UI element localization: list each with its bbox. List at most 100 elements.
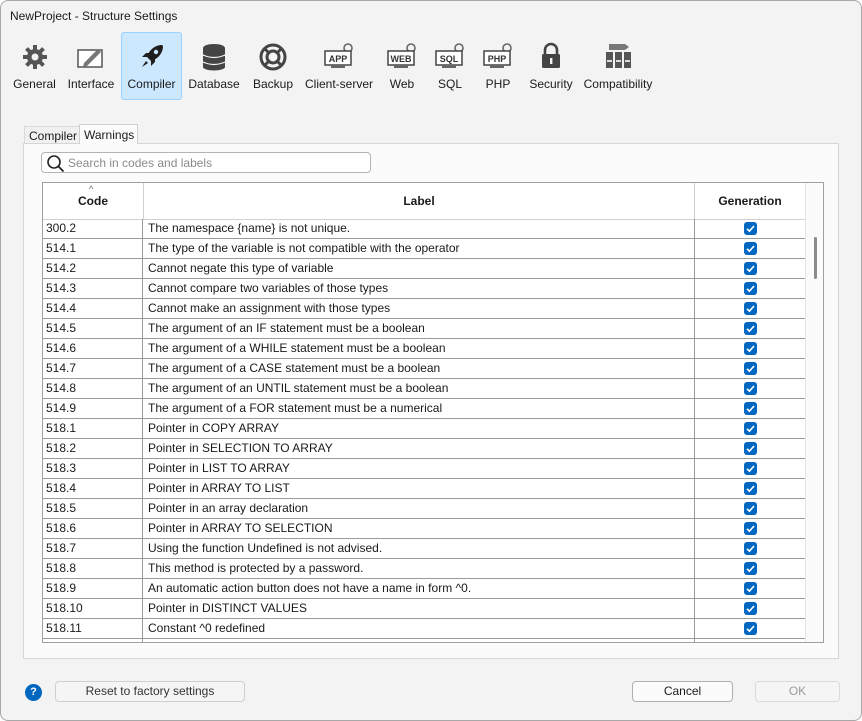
generation-checkbox[interactable]: [744, 502, 757, 515]
cell-label: This method is protected by a password.: [144, 559, 695, 578]
cancel-button[interactable]: Cancel: [632, 681, 733, 702]
cell-code: 518.6: [43, 519, 143, 538]
cell-generation: [695, 399, 805, 418]
search-icon: [47, 155, 65, 173]
generation-checkbox[interactable]: [744, 522, 757, 535]
toolbar-compatibility[interactable]: Compatibility: [582, 32, 654, 100]
table-row[interactable]: 514.1 The type of the variable is not com…: [43, 239, 805, 259]
structure-settings-window: NewProject - Structure Settings General: [0, 0, 862, 721]
table-row[interactable]: 300.2 The namespace {name} is not unique.: [43, 219, 805, 239]
toolbar-security[interactable]: Security: [526, 32, 576, 100]
cell-generation: [695, 379, 805, 398]
cell-code: 514.8: [43, 379, 143, 398]
table-row[interactable]: 514.8 The argument of an UNTIL statement …: [43, 379, 805, 399]
cell-label: The argument of a WHILE statement must b…: [144, 339, 695, 358]
table-row[interactable]: 514.5 The argument of an IF statement mus…: [43, 319, 805, 339]
window-title: NewProject - Structure Settings: [10, 9, 178, 23]
checkmark-icon: [746, 405, 755, 413]
table-row[interactable]: 514.7 The argument of a CASE statement mu…: [43, 359, 805, 379]
table-row[interactable]: 514.3 Cannot compare two variables of tho…: [43, 279, 805, 299]
scrollbar-thumb[interactable]: [814, 237, 817, 279]
table-row[interactable]: 518.5 Pointer in an array declaration: [43, 499, 805, 519]
toolbar-general[interactable]: General: [9, 32, 60, 100]
toolbar-php[interactable]: PHP PHP: [477, 32, 519, 100]
generation-checkbox[interactable]: [744, 242, 757, 255]
toolbar-label: General: [13, 77, 56, 91]
column-header-code[interactable]: ^ Code: [43, 183, 144, 219]
cell-code: [43, 639, 143, 642]
tab-warnings[interactable]: Warnings: [79, 124, 138, 144]
generation-checkbox[interactable]: [744, 562, 757, 575]
search-input[interactable]: [68, 155, 364, 170]
table-row[interactable]: 514.6 The argument of a WHILE statement m…: [43, 339, 805, 359]
reset-factory-button[interactable]: Reset to factory settings: [55, 681, 245, 702]
generation-checkbox[interactable]: [744, 482, 757, 495]
generation-checkbox[interactable]: [744, 442, 757, 455]
help-icon[interactable]: ?: [25, 684, 42, 701]
toolbar-database[interactable]: Database: [187, 32, 241, 100]
cell-generation: [695, 459, 805, 478]
toolbar-client-server[interactable]: APP Client-server: [304, 32, 374, 100]
table-row[interactable]: 518.1 Pointer in COPY ARRAY: [43, 419, 805, 439]
cell-generation: [695, 519, 805, 538]
column-header-generation[interactable]: Generation: [695, 183, 805, 219]
table-row[interactable]: 518.4 Pointer in ARRAY TO LIST: [43, 479, 805, 499]
cell-label: Constant ^0 redefined: [144, 619, 695, 638]
generation-checkbox[interactable]: [744, 342, 757, 355]
table-row[interactable]: 518.2 Pointer in SELECTION TO ARRAY: [43, 439, 805, 459]
table-row[interactable]: 518.11 Constant ^0 redefined: [43, 619, 805, 639]
toolbar-sql[interactable]: SQL SQL: [429, 32, 471, 100]
table-row[interactable]: 514.9 The argument of a FOR statement mus…: [43, 399, 805, 419]
generation-checkbox[interactable]: [744, 582, 757, 595]
warnings-grid: ^ Code Label Generation 300.2 The namespa…: [42, 182, 824, 643]
generation-checkbox[interactable]: [744, 422, 757, 435]
table-row[interactable]: 518.6 Pointer in ARRAY TO SELECTION: [43, 519, 805, 539]
toolbar-label: Web: [389, 77, 415, 91]
toolbar-compiler[interactable]: Compiler: [121, 32, 182, 100]
generation-checkbox[interactable]: [744, 322, 757, 335]
search-box[interactable]: [41, 152, 371, 173]
tab-compiler[interactable]: Compiler: [24, 126, 80, 144]
generation-checkbox[interactable]: [744, 382, 757, 395]
cell-label: The argument of an UNTIL statement must …: [144, 379, 695, 398]
generation-checkbox[interactable]: [744, 262, 757, 275]
cell-label: Pointer in LIST TO ARRAY: [144, 459, 695, 478]
cell-generation: [695, 579, 805, 598]
table-row[interactable]: [43, 639, 805, 643]
toolbar-interface[interactable]: Interface: [65, 32, 117, 100]
compatibility-icon: [606, 44, 631, 68]
generation-checkbox[interactable]: [744, 622, 757, 635]
table-row[interactable]: 518.8 This method is protected by a passw…: [43, 559, 805, 579]
vertical-scrollbar[interactable]: [805, 183, 823, 642]
generation-checkbox[interactable]: [744, 222, 757, 235]
cell-generation: [695, 299, 805, 318]
cell-label: The argument of a CASE statement must be…: [144, 359, 695, 378]
cell-code: 514.4: [43, 299, 143, 318]
checkmark-icon: [746, 345, 755, 353]
table-row[interactable]: 514.2 Cannot negate this type of variable: [43, 259, 805, 279]
generation-checkbox[interactable]: [744, 462, 757, 475]
column-header-label[interactable]: Label: [144, 183, 695, 219]
checkmark-icon: [746, 625, 755, 633]
table-row[interactable]: 518.10 Pointer in DISTINCT VALUES: [43, 599, 805, 619]
toolbar-backup[interactable]: Backup: [247, 32, 299, 100]
generation-checkbox[interactable]: [744, 602, 757, 615]
table-row[interactable]: 514.4 Cannot make an assignment with thos…: [43, 299, 805, 319]
generation-checkbox[interactable]: [744, 402, 757, 415]
toolbar-label: Client-server: [305, 77, 374, 91]
checkmark-icon: [746, 265, 755, 273]
cell-code: 514.5: [43, 319, 143, 338]
generation-checkbox[interactable]: [744, 642, 757, 643]
generation-checkbox[interactable]: [744, 302, 757, 315]
grid-rows: 300.2 The namespace {name} is not unique.…: [43, 219, 805, 643]
ok-button[interactable]: OK: [755, 681, 840, 702]
toolbar-web[interactable]: WEB Web: [381, 32, 423, 100]
badge-text: WEB: [391, 54, 412, 64]
cell-generation: [695, 639, 805, 643]
table-row[interactable]: 518.9 An automatic action button does not…: [43, 579, 805, 599]
table-row[interactable]: 518.3 Pointer in LIST TO ARRAY: [43, 459, 805, 479]
generation-checkbox[interactable]: [744, 542, 757, 555]
table-row[interactable]: 518.7 Using the function Undefined is not…: [43, 539, 805, 559]
generation-checkbox[interactable]: [744, 282, 757, 295]
generation-checkbox[interactable]: [744, 362, 757, 375]
